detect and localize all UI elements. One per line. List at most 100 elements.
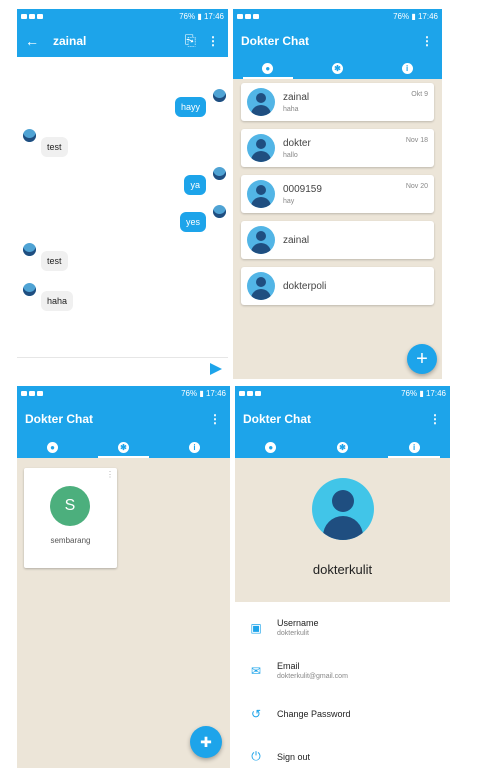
tab-profile[interactable]: i bbox=[159, 436, 230, 458]
sender-avatar bbox=[213, 205, 226, 218]
message-bubble-in: haha bbox=[41, 291, 74, 311]
username-row: ▣ Username dokterkulit bbox=[235, 606, 450, 649]
username-label: Username bbox=[277, 618, 319, 628]
sign-out-label: Sign out bbox=[277, 751, 311, 762]
send-icon[interactable] bbox=[210, 362, 222, 375]
status-bar: 76% ▮ 17:46 bbox=[233, 9, 442, 24]
info-icon: i bbox=[408, 441, 420, 453]
history-icon: ↺ bbox=[250, 706, 262, 721]
profile-avatar[interactable] bbox=[312, 478, 374, 540]
chat-app-bar: ← zainal ⎘ ⋮ bbox=[17, 24, 228, 57]
status-battery-time: 76% ▮ 17:46 bbox=[393, 12, 438, 21]
tab-chats[interactable]: ● bbox=[17, 436, 88, 458]
group-avatar: S bbox=[50, 486, 90, 526]
card-options-icon[interactable]: ⋮ bbox=[106, 470, 114, 479]
person-icon: ● bbox=[262, 62, 274, 74]
main-app-bar: Dokter Chat ⋮ bbox=[17, 401, 230, 436]
tab-groups[interactable]: ✱ bbox=[307, 436, 379, 458]
power-icon: ⏻ bbox=[251, 749, 261, 763]
receiver-avatar bbox=[23, 129, 36, 142]
status-bar: 76% ▮ 17:46 bbox=[17, 9, 228, 24]
group-name: sembarang bbox=[50, 536, 91, 545]
message-date: Nov 20 bbox=[405, 183, 428, 190]
list-item[interactable]: dokterpoli bbox=[241, 267, 434, 305]
email-value: dokterkulit@gmail.com bbox=[277, 673, 348, 680]
chat-title: zainal bbox=[53, 33, 87, 48]
tab-bar: ● ✱ i bbox=[17, 436, 230, 458]
last-message: haha bbox=[283, 105, 299, 113]
person-icon: ● bbox=[47, 441, 58, 453]
app-title: Dokter Chat bbox=[243, 411, 312, 426]
tab-bar: ● ✱ i bbox=[233, 57, 442, 79]
tab-chats[interactable]: ● bbox=[235, 436, 307, 458]
avatar bbox=[247, 180, 275, 208]
add-group-icon: ✚ bbox=[200, 733, 212, 750]
new-group-button[interactable]: ✚ bbox=[190, 726, 222, 758]
message-bubble-in: test bbox=[41, 251, 68, 271]
sender-avatar bbox=[213, 89, 226, 102]
username-value: dokterkulit bbox=[277, 630, 309, 637]
last-message: hallo bbox=[283, 151, 298, 159]
groups-screen: 76% ▮ 17:46 Dokter Chat ⋮ ● ✱ i ⋮ S semb… bbox=[17, 386, 230, 768]
list-item[interactable]: dokter hallo Nov 18 bbox=[241, 129, 434, 167]
info-icon: i bbox=[189, 441, 200, 453]
new-chat-button[interactable]: + bbox=[407, 344, 437, 374]
list-item[interactable]: zainal haha Okt 9 bbox=[241, 83, 434, 121]
group-icon: ✱ bbox=[118, 441, 129, 453]
change-password-button[interactable]: ↺ Change Password bbox=[235, 692, 450, 735]
message-composer[interactable] bbox=[17, 357, 228, 379]
last-message: hay bbox=[283, 197, 295, 205]
message-bubble-in: test bbox=[41, 137, 68, 157]
more-options-icon[interactable]: ⋮ bbox=[428, 412, 442, 426]
receiver-avatar bbox=[23, 283, 36, 296]
message-bubble-out: hayy bbox=[174, 97, 206, 117]
sender-avatar bbox=[213, 167, 226, 180]
main-app-bar: Dokter Chat ⋮ bbox=[235, 401, 450, 436]
contact-name: zainal bbox=[283, 234, 310, 246]
status-bar: 76% ▮ 17:46 bbox=[17, 386, 230, 401]
more-options-icon[interactable]: ⋮ bbox=[206, 34, 220, 48]
id-card-icon: ▣ bbox=[250, 620, 262, 635]
conversation-list: zainal haha Okt 9 dokter hallo Nov 18 0009… bbox=[233, 79, 442, 317]
change-password-label: Change Password bbox=[277, 708, 351, 719]
notification-icons bbox=[237, 14, 259, 19]
info-icon: i bbox=[401, 62, 413, 74]
avatar bbox=[247, 272, 275, 300]
more-options-icon[interactable]: ⋮ bbox=[208, 412, 222, 426]
message-bubble-out: yes bbox=[179, 212, 206, 232]
profile-name: dokterkulit bbox=[312, 562, 373, 577]
list-item[interactable]: zainal bbox=[241, 221, 434, 259]
tab-groups[interactable]: ✱ bbox=[88, 436, 159, 458]
avatar bbox=[247, 134, 275, 162]
contact-name: dokterpoli bbox=[283, 280, 327, 292]
profile-header: dokterkulit bbox=[235, 458, 450, 602]
list-item[interactable]: 0009159 hay Nov 20 bbox=[241, 175, 434, 213]
app-title: Dokter Chat bbox=[25, 411, 94, 426]
attach-icon[interactable]: ⎘ bbox=[185, 32, 196, 49]
message-bubble-out: ya bbox=[184, 175, 206, 195]
message-list: hayy test ya yes test haha bbox=[17, 57, 228, 357]
main-app-bar: Dokter Chat ⋮ bbox=[233, 24, 442, 57]
group-card[interactable]: ⋮ S sembarang bbox=[24, 468, 117, 568]
back-arrow-icon[interactable]: ← bbox=[25, 33, 39, 49]
message-date: Okt 9 bbox=[411, 91, 428, 98]
message-date: Nov 18 bbox=[405, 137, 428, 144]
more-options-icon[interactable]: ⋮ bbox=[420, 34, 434, 48]
status-bar: 76% ▮ 17:46 bbox=[235, 386, 450, 401]
tab-groups[interactable]: ✱ bbox=[303, 57, 373, 79]
tab-chats[interactable]: ● bbox=[233, 57, 303, 79]
group-icon: ✱ bbox=[332, 62, 343, 74]
app-title: Dokter Chat bbox=[241, 33, 310, 48]
profile-screen: 76% ▮ 17:46 Dokter Chat ⋮ ● ✱ i dokterku… bbox=[235, 386, 450, 768]
tab-bar: ● ✱ i bbox=[235, 436, 450, 458]
receiver-avatar bbox=[23, 243, 36, 256]
status-battery-time: 76% ▮ 17:46 bbox=[181, 389, 226, 398]
contact-name: zainal bbox=[283, 91, 310, 103]
profile-menu: ▣ Username dokterkulit ✉ Email dokterkulit… bbox=[235, 602, 450, 768]
tab-profile[interactable]: i bbox=[372, 57, 442, 79]
sign-out-button[interactable]: ⏻ Sign out bbox=[235, 735, 450, 768]
tab-profile[interactable]: i bbox=[378, 436, 450, 458]
chat-screen: 76% ▮ 17:46 ← zainal ⎘ ⋮ hayy test ya ye… bbox=[17, 9, 228, 379]
email-label: Email bbox=[277, 661, 300, 671]
avatar bbox=[247, 226, 275, 254]
